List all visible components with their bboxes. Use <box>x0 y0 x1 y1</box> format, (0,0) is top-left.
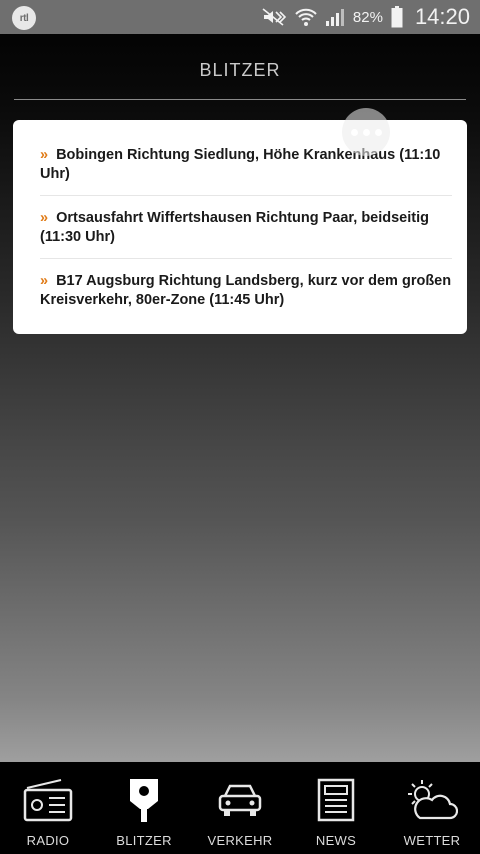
car-icon <box>217 776 263 824</box>
status-clock: 14:20 <box>414 4 470 29</box>
bullet-icon: » <box>40 147 49 163</box>
app-notification: rtl <box>12 6 36 30</box>
bullet-icon: » <box>40 210 49 226</box>
nav-item-verkehr[interactable]: VERKEHR <box>192 762 288 854</box>
nav-item-blitzer[interactable]: BLITZER <box>96 762 192 854</box>
rtl-logo-icon: rtl <box>12 6 36 30</box>
list-item[interactable]: » B17 Augsburg Richtung Landsberg, kurz v… <box>40 272 452 309</box>
page-title: BLITZER <box>199 60 281 80</box>
nav-item-news[interactable]: NEWS <box>288 762 384 854</box>
list-item[interactable]: » Bobingen Richtung Siedlung, Höhe Kranke… <box>40 146 452 183</box>
nav-label-news: NEWS <box>315 833 357 848</box>
bottom-nav: RADIO BLITZER VERKEHR NEWS WETTER <box>0 762 480 854</box>
nav-label-radio: RADIO <box>26 833 70 848</box>
list-item-text: Bobingen Richtung Siedlung, Höhe Kranken… <box>40 147 441 182</box>
list-item-text: B17 Augsburg Richtung Landsberg, kurz vo… <box>40 273 452 308</box>
more-dot-icon <box>362 128 370 136</box>
battery-percent: 82% <box>352 8 383 26</box>
more-dot-icon <box>350 128 358 136</box>
nav-label-wetter: WETTER <box>403 833 461 848</box>
item-divider <box>40 195 452 196</box>
nav-item-wetter[interactable]: WETTER <box>384 762 480 854</box>
nav-label-blitzer: BLITZER <box>116 833 172 848</box>
more-options-button[interactable] <box>342 108 390 156</box>
newspaper-icon <box>317 776 355 824</box>
status-bar: rtl 82% 14:20 <box>0 0 480 34</box>
mute-icon <box>262 8 287 26</box>
radio-icon <box>23 776 73 824</box>
status-icons: 82% 14:20 <box>261 0 470 34</box>
list-item-text: Ortsausfahrt Wiffertshausen Richtung Paa… <box>40 210 429 245</box>
nav-item-radio[interactable]: RADIO <box>0 762 96 854</box>
bullet-icon: » <box>40 273 49 289</box>
battery-icon <box>391 6 403 28</box>
item-divider <box>40 258 452 259</box>
speed-camera-icon <box>124 776 164 824</box>
nav-label-verkehr: VERKEHR <box>207 833 273 848</box>
more-dot-icon <box>374 128 382 136</box>
list-item[interactable]: » Ortsausfahrt Wiffertshausen Richtung Pa… <box>40 209 452 246</box>
header-divider <box>14 99 466 100</box>
blitzer-list-card: » Bobingen Richtung Siedlung, Höhe Kranke… <box>13 120 467 334</box>
weather-icon <box>406 776 458 824</box>
wifi-icon <box>295 8 317 26</box>
signal-icon <box>325 9 344 26</box>
